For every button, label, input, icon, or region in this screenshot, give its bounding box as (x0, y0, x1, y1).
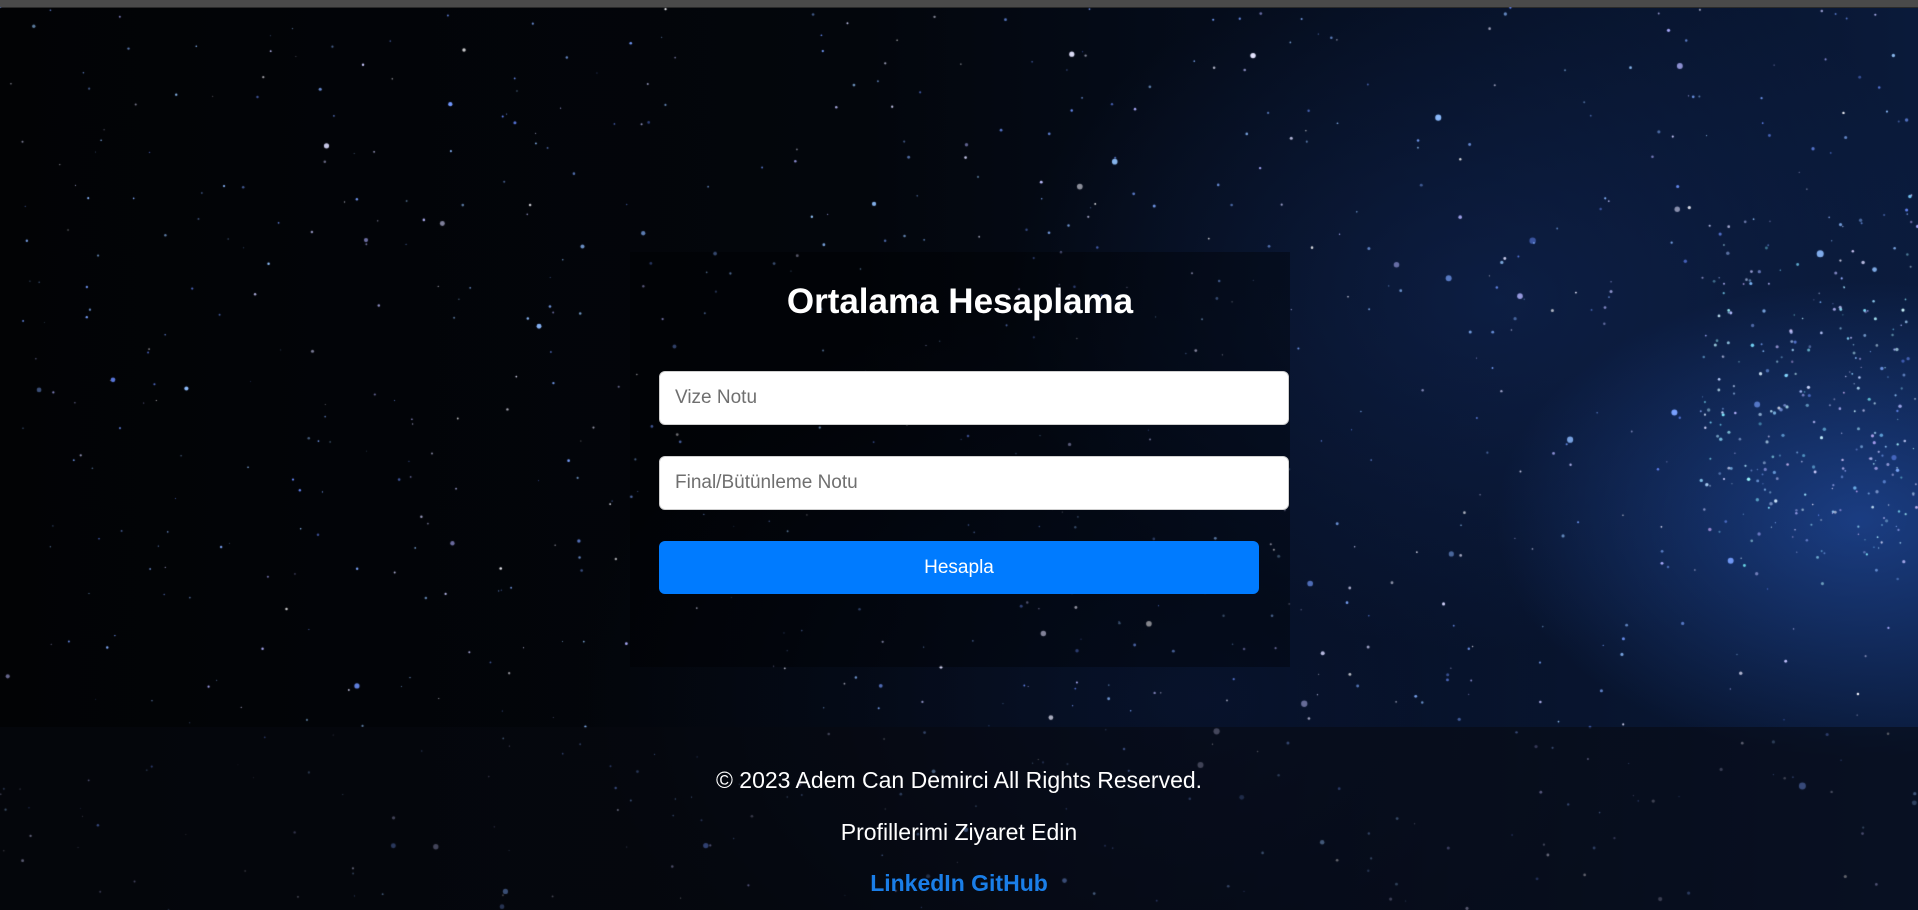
page-title: Ortalama Hesaplama (786, 282, 1134, 321)
linkedin-link[interactable]: LinkedIn (870, 870, 965, 896)
profiles-heading: Profillerimi Ziyaret Edin (840, 819, 1078, 845)
copyright-text: © 2023 Adem Can Demirci All Rights Reser… (715, 767, 1203, 793)
calculate-button[interactable]: Hesapla (659, 541, 1259, 594)
profile-links: LinkedIn GitHub (0, 870, 1918, 897)
calculator-form: Ortalama Hesaplama Hesapla (630, 252, 1290, 667)
vize-input[interactable] (659, 371, 1289, 425)
footer: © 2023 Adem Can Demirci All Rights Reser… (0, 727, 1918, 910)
final-input[interactable] (659, 456, 1289, 510)
github-link[interactable]: GitHub (971, 870, 1048, 896)
